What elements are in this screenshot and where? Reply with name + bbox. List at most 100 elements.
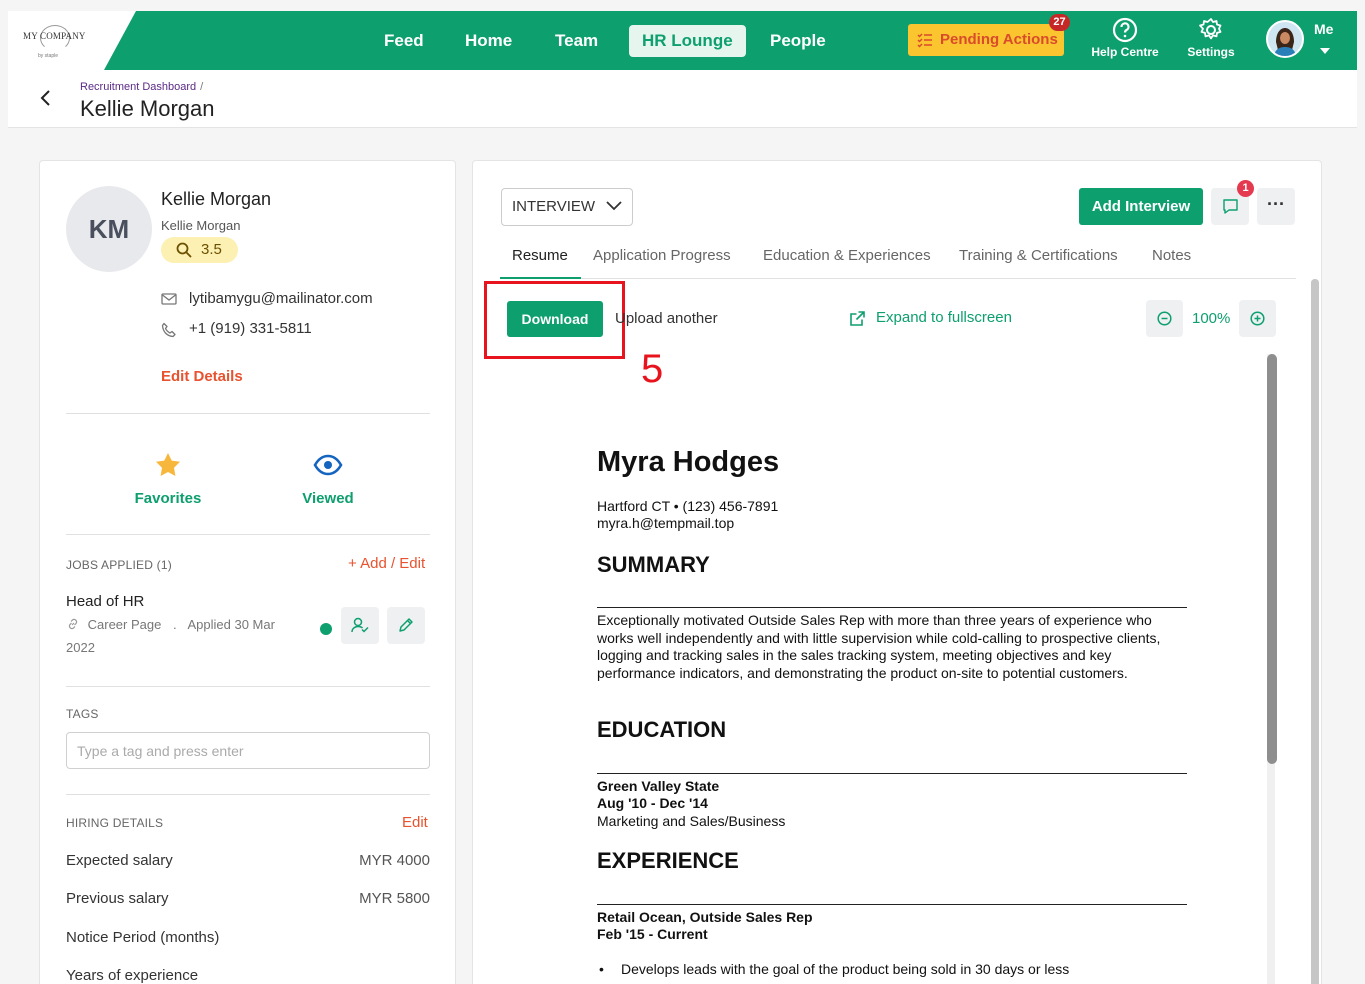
pending-actions-button[interactable]: Pending Actions	[908, 24, 1064, 56]
resume-rule	[597, 607, 1187, 608]
mail-icon	[161, 293, 177, 305]
hiring-row-label: Notice Period (months)	[66, 929, 220, 946]
help-centre-button[interactable]: Help Centre	[1086, 15, 1164, 67]
job-status-dot	[320, 623, 332, 635]
breadcrumb-separator: /	[200, 81, 204, 93]
more-options-button[interactable]: ···	[1257, 188, 1295, 225]
page-header: Recruitment Dashboard / Kellie Morgan	[8, 70, 1357, 128]
resume-name: Myra Hodges	[597, 446, 780, 478]
user-avatar[interactable]	[1266, 20, 1304, 58]
stage-value: INTERVIEW	[512, 198, 596, 215]
rating-badge: 3.5	[161, 237, 238, 263]
resume-scrollbar-thumb[interactable]	[1267, 354, 1277, 764]
job-source: Career Page	[87, 617, 162, 632]
me-dropdown-icon[interactable]	[1320, 48, 1330, 54]
hiring-row: Notice Period (months)	[66, 929, 430, 946]
nav-hr-lounge[interactable]: HR Lounge	[629, 25, 746, 57]
checklist-icon	[917, 33, 932, 48]
back-arrow-icon[interactable]	[38, 88, 54, 108]
hiring-details-label: HIRING DETAILS	[66, 816, 164, 830]
add-interview-button[interactable]: Add Interview	[1079, 188, 1203, 225]
resume-rule	[597, 904, 1187, 905]
resume-job-dates: Feb '15 - Current	[597, 926, 708, 942]
user-avatar-icon	[1268, 22, 1302, 56]
resume-contact: Hartford CT • (123) 456-7891 myra.h@temp…	[597, 498, 778, 532]
hiring-row: Expected salary MYR 4000	[66, 852, 430, 869]
stage-dropdown[interactable]: INTERVIEW	[501, 188, 633, 226]
tab-application-progress[interactable]: Application Progress	[593, 247, 731, 264]
add-edit-jobs-link[interactable]: + Add / Edit	[348, 555, 425, 572]
job-meta-dot: .	[172, 617, 177, 632]
resume-degree: Marketing and Sales/Business	[597, 813, 786, 829]
tab-education-experiences[interactable]: Education & Experiences	[763, 247, 931, 264]
nav-feed[interactable]: Feed	[371, 25, 437, 57]
edit-hiring-link[interactable]: Edit	[402, 814, 428, 831]
panel-scrollbar[interactable]	[1311, 279, 1319, 984]
hiring-row-label: Expected salary	[66, 852, 173, 869]
expand-fullscreen-label: Expand to fullscreen	[876, 309, 1012, 326]
settings-label: Settings	[1187, 45, 1235, 59]
nav-people[interactable]: People	[757, 25, 839, 57]
tag-input[interactable]	[66, 732, 430, 769]
jobs-applied-label: JOBS APPLIED (1)	[66, 558, 172, 572]
star-icon	[156, 453, 180, 476]
job-meta: Career Page . Applied 30 Mar 2022	[66, 613, 296, 659]
favorites-toggle[interactable]: Favorites	[118, 451, 218, 507]
resume-education-heading: EDUCATION	[597, 717, 727, 742]
breadcrumb[interactable]: Recruitment Dashboard /	[80, 81, 203, 93]
me-label[interactable]: Me	[1314, 21, 1333, 37]
divider	[66, 534, 430, 535]
annotation-step-number: 5	[641, 347, 664, 391]
zoom-out-button[interactable]	[1146, 300, 1183, 337]
candidate-profile-card: KM Kellie Morgan Kellie Morgan 3.5 lytib…	[39, 160, 456, 984]
email-row[interactable]: lytibamygu@mailinator.com	[161, 290, 373, 307]
nav-home[interactable]: Home	[452, 25, 525, 57]
candidate-phone[interactable]: +1 (919) 331-5811	[189, 320, 312, 337]
link-icon	[68, 618, 78, 630]
resume-experience-heading: EXPERIENCE	[597, 848, 739, 873]
candidate-avatar: KM	[66, 186, 152, 272]
zoom-in-button[interactable]	[1239, 300, 1276, 337]
resume-job: Retail Ocean, Outside Sales Rep	[597, 909, 813, 925]
eye-icon	[313, 454, 343, 476]
hiring-row-value: MYR 5800	[359, 890, 430, 907]
resume-panel: INTERVIEW Add Interview 1 ··· Resume App…	[472, 160, 1322, 984]
settings-button[interactable]: Settings	[1178, 15, 1244, 67]
edit-job-button[interactable]	[387, 607, 425, 644]
panel-scrollbar-thumb[interactable]	[1311, 279, 1319, 984]
resume-contact-line: Hartford CT • (123) 456-7891	[597, 498, 779, 514]
nav-team[interactable]: Team	[542, 25, 611, 57]
hiring-row: Previous salary MYR 5800	[66, 890, 430, 907]
phone-row[interactable]: +1 (919) 331-5811	[161, 320, 312, 338]
help-icon	[1112, 17, 1138, 43]
gear-icon	[1199, 18, 1222, 40]
resume-bullet: Develops leads with the goal of the prod…	[599, 961, 1069, 977]
user-check-icon	[351, 617, 369, 633]
breadcrumb-parent[interactable]: Recruitment Dashboard	[80, 81, 196, 93]
search-icon	[176, 242, 192, 258]
company-logo[interactable]: MY COMPANY by staple	[8, 11, 136, 70]
rating-value: 3.5	[201, 241, 222, 258]
resume-summary-heading: SUMMARY	[597, 552, 710, 577]
candidate-email[interactable]: lytibamygu@mailinator.com	[189, 290, 373, 307]
divider	[66, 686, 430, 687]
active-tab-indicator	[500, 277, 581, 279]
hiring-row-label: Previous salary	[66, 890, 169, 907]
zoom-level: 100%	[1192, 310, 1231, 327]
viewed-toggle[interactable]: Viewed	[278, 451, 378, 507]
tab-notes[interactable]: Notes	[1152, 247, 1191, 264]
tab-training-certifications[interactable]: Training & Certifications	[959, 247, 1118, 264]
tab-resume[interactable]: Resume	[512, 247, 568, 264]
divider	[66, 794, 430, 795]
assign-user-button[interactable]	[341, 607, 379, 644]
tags-label: TAGS	[66, 707, 99, 721]
edit-details-link[interactable]: Edit Details	[161, 368, 243, 385]
divider	[66, 413, 430, 414]
hiring-row-value: MYR 4000	[359, 852, 430, 869]
top-navbar: MY COMPANY by staple Feed Home Team HR L…	[8, 11, 1357, 70]
upload-another-link[interactable]: Upload another	[615, 310, 718, 327]
logo-tagline: by staple	[38, 53, 59, 59]
resume-summary: Exceptionally motivated Outside Sales Re…	[597, 612, 1161, 681]
resume-rule	[597, 773, 1187, 774]
expand-fullscreen-link[interactable]: Expand to fullscreen	[849, 309, 1012, 326]
